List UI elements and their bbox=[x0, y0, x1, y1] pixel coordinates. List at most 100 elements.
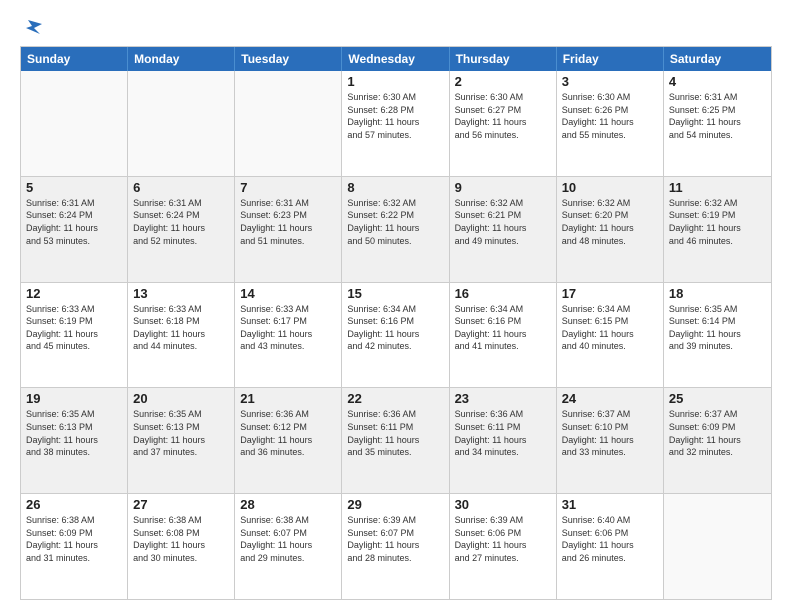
cal-cell: 25 Sunrise: 6:37 AM Sunset: 6:09 PM Dayli… bbox=[664, 388, 771, 493]
cal-cell: 26Sunrise: 6:38 AM Sunset: 6:09 PM Dayli… bbox=[21, 494, 128, 599]
week-row-3: 19 Sunrise: 6:35 AM Sunset: 6:13 PM Dayli… bbox=[21, 388, 771, 494]
calendar: SundayMondayTuesdayWednesdayThursdayFrid… bbox=[20, 46, 772, 600]
day-number: 20 bbox=[133, 391, 229, 406]
day-number: 24 bbox=[562, 391, 658, 406]
cal-cell: 31 Sunrise: 6:40 AM Sunset: 6:06 PM Dayli… bbox=[557, 494, 664, 599]
day-number: 1 bbox=[347, 74, 443, 89]
week-row-1: 5 Sunrise: 6:31 AM Sunset: 6:24 PM Daylig… bbox=[21, 177, 771, 283]
day-info: Sunrise: 6:31 AM Sunset: 6:23 PM Dayligh… bbox=[240, 197, 336, 247]
header-cell-tuesday: Tuesday bbox=[235, 47, 342, 71]
day-number: 15 bbox=[347, 286, 443, 301]
logo bbox=[20, 18, 44, 36]
day-number: 22 bbox=[347, 391, 443, 406]
day-number: 19 bbox=[26, 391, 122, 406]
cal-cell: 11 Sunrise: 6:32 AM Sunset: 6:19 PM Dayli… bbox=[664, 177, 771, 282]
day-number: 12 bbox=[26, 286, 122, 301]
cal-cell: 28Sunrise: 6:38 AM Sunset: 6:07 PM Dayli… bbox=[235, 494, 342, 599]
day-info: Sunrise: 6:34 AM Sunset: 6:16 PM Dayligh… bbox=[455, 303, 551, 353]
day-number: 27 bbox=[133, 497, 229, 512]
day-number: 25 bbox=[669, 391, 766, 406]
day-info: Sunrise: 6:30 AM Sunset: 6:27 PM Dayligh… bbox=[455, 91, 551, 141]
day-number: 2 bbox=[455, 74, 551, 89]
day-info: Sunrise: 6:31 AM Sunset: 6:25 PM Dayligh… bbox=[669, 91, 766, 141]
day-info: Sunrise: 6:31 AM Sunset: 6:24 PM Dayligh… bbox=[133, 197, 229, 247]
cal-cell: 19 Sunrise: 6:35 AM Sunset: 6:13 PM Dayli… bbox=[21, 388, 128, 493]
day-number: 29 bbox=[347, 497, 443, 512]
day-info: Sunrise: 6:33 AM Sunset: 6:19 PM Dayligh… bbox=[26, 303, 122, 353]
day-info: Sunrise: 6:36 AM Sunset: 6:11 PM Dayligh… bbox=[455, 408, 551, 458]
day-number: 6 bbox=[133, 180, 229, 195]
cal-cell: 9Sunrise: 6:32 AM Sunset: 6:21 PM Daylig… bbox=[450, 177, 557, 282]
day-info: Sunrise: 6:37 AM Sunset: 6:10 PM Dayligh… bbox=[562, 408, 658, 458]
day-info: Sunrise: 6:32 AM Sunset: 6:20 PM Dayligh… bbox=[562, 197, 658, 247]
cal-cell: 6 Sunrise: 6:31 AM Sunset: 6:24 PM Daylig… bbox=[128, 177, 235, 282]
week-row-0: 1 Sunrise: 6:30 AM Sunset: 6:28 PM Daylig… bbox=[21, 71, 771, 177]
day-info: Sunrise: 6:40 AM Sunset: 6:06 PM Dayligh… bbox=[562, 514, 658, 564]
header-cell-wednesday: Wednesday bbox=[342, 47, 449, 71]
cal-cell: 23 Sunrise: 6:36 AM Sunset: 6:11 PM Dayli… bbox=[450, 388, 557, 493]
day-info: Sunrise: 6:33 AM Sunset: 6:17 PM Dayligh… bbox=[240, 303, 336, 353]
cal-cell: 22Sunrise: 6:36 AM Sunset: 6:11 PM Dayli… bbox=[342, 388, 449, 493]
cal-cell: 7 Sunrise: 6:31 AM Sunset: 6:23 PM Daylig… bbox=[235, 177, 342, 282]
header-cell-monday: Monday bbox=[128, 47, 235, 71]
cal-cell: 12 Sunrise: 6:33 AM Sunset: 6:19 PM Dayli… bbox=[21, 283, 128, 388]
cal-cell bbox=[21, 71, 128, 176]
day-number: 8 bbox=[347, 180, 443, 195]
cal-cell: 13Sunrise: 6:33 AM Sunset: 6:18 PM Dayli… bbox=[128, 283, 235, 388]
week-row-4: 26Sunrise: 6:38 AM Sunset: 6:09 PM Dayli… bbox=[21, 494, 771, 599]
day-number: 23 bbox=[455, 391, 551, 406]
header-cell-friday: Friday bbox=[557, 47, 664, 71]
cal-cell: 1 Sunrise: 6:30 AM Sunset: 6:28 PM Daylig… bbox=[342, 71, 449, 176]
page: SundayMondayTuesdayWednesdayThursdayFrid… bbox=[0, 0, 792, 612]
logo-bird-icon bbox=[22, 18, 44, 36]
day-info: Sunrise: 6:32 AM Sunset: 6:19 PM Dayligh… bbox=[669, 197, 766, 247]
cal-cell: 17Sunrise: 6:34 AM Sunset: 6:15 PM Dayli… bbox=[557, 283, 664, 388]
day-info: Sunrise: 6:35 AM Sunset: 6:14 PM Dayligh… bbox=[669, 303, 766, 353]
week-row-2: 12 Sunrise: 6:33 AM Sunset: 6:19 PM Dayli… bbox=[21, 283, 771, 389]
day-number: 21 bbox=[240, 391, 336, 406]
day-info: Sunrise: 6:30 AM Sunset: 6:26 PM Dayligh… bbox=[562, 91, 658, 141]
header-cell-sunday: Sunday bbox=[21, 47, 128, 71]
cal-cell: 20Sunrise: 6:35 AM Sunset: 6:13 PM Dayli… bbox=[128, 388, 235, 493]
header-cell-saturday: Saturday bbox=[664, 47, 771, 71]
day-number: 5 bbox=[26, 180, 122, 195]
day-number: 14 bbox=[240, 286, 336, 301]
day-info: Sunrise: 6:31 AM Sunset: 6:24 PM Dayligh… bbox=[26, 197, 122, 247]
cal-cell: 4 Sunrise: 6:31 AM Sunset: 6:25 PM Daylig… bbox=[664, 71, 771, 176]
day-info: Sunrise: 6:36 AM Sunset: 6:12 PM Dayligh… bbox=[240, 408, 336, 458]
day-number: 3 bbox=[562, 74, 658, 89]
cal-cell: 16 Sunrise: 6:34 AM Sunset: 6:16 PM Dayli… bbox=[450, 283, 557, 388]
day-number: 17 bbox=[562, 286, 658, 301]
day-number: 26 bbox=[26, 497, 122, 512]
calendar-body: 1 Sunrise: 6:30 AM Sunset: 6:28 PM Daylig… bbox=[21, 71, 771, 599]
cal-cell: 14 Sunrise: 6:33 AM Sunset: 6:17 PM Dayli… bbox=[235, 283, 342, 388]
day-info: Sunrise: 6:32 AM Sunset: 6:22 PM Dayligh… bbox=[347, 197, 443, 247]
day-info: Sunrise: 6:32 AM Sunset: 6:21 PM Dayligh… bbox=[455, 197, 551, 247]
day-info: Sunrise: 6:37 AM Sunset: 6:09 PM Dayligh… bbox=[669, 408, 766, 458]
day-number: 31 bbox=[562, 497, 658, 512]
day-number: 30 bbox=[455, 497, 551, 512]
day-info: Sunrise: 6:39 AM Sunset: 6:06 PM Dayligh… bbox=[455, 514, 551, 564]
day-number: 28 bbox=[240, 497, 336, 512]
cal-cell: 21 Sunrise: 6:36 AM Sunset: 6:12 PM Dayli… bbox=[235, 388, 342, 493]
cal-cell: 8 Sunrise: 6:32 AM Sunset: 6:22 PM Daylig… bbox=[342, 177, 449, 282]
cal-cell: 18Sunrise: 6:35 AM Sunset: 6:14 PM Dayli… bbox=[664, 283, 771, 388]
cal-cell: 24 Sunrise: 6:37 AM Sunset: 6:10 PM Dayli… bbox=[557, 388, 664, 493]
day-info: Sunrise: 6:30 AM Sunset: 6:28 PM Dayligh… bbox=[347, 91, 443, 141]
cal-cell: 27 Sunrise: 6:38 AM Sunset: 6:08 PM Dayli… bbox=[128, 494, 235, 599]
day-info: Sunrise: 6:38 AM Sunset: 6:08 PM Dayligh… bbox=[133, 514, 229, 564]
day-number: 13 bbox=[133, 286, 229, 301]
day-number: 10 bbox=[562, 180, 658, 195]
cal-cell: 29Sunrise: 6:39 AM Sunset: 6:07 PM Dayli… bbox=[342, 494, 449, 599]
header-cell-thursday: Thursday bbox=[450, 47, 557, 71]
cal-cell: 10 Sunrise: 6:32 AM Sunset: 6:20 PM Dayli… bbox=[557, 177, 664, 282]
cal-cell bbox=[128, 71, 235, 176]
cal-cell bbox=[664, 494, 771, 599]
day-number: 4 bbox=[669, 74, 766, 89]
day-number: 11 bbox=[669, 180, 766, 195]
day-info: Sunrise: 6:34 AM Sunset: 6:16 PM Dayligh… bbox=[347, 303, 443, 353]
day-info: Sunrise: 6:35 AM Sunset: 6:13 PM Dayligh… bbox=[26, 408, 122, 458]
day-number: 16 bbox=[455, 286, 551, 301]
cal-cell: 15 Sunrise: 6:34 AM Sunset: 6:16 PM Dayli… bbox=[342, 283, 449, 388]
day-number: 7 bbox=[240, 180, 336, 195]
